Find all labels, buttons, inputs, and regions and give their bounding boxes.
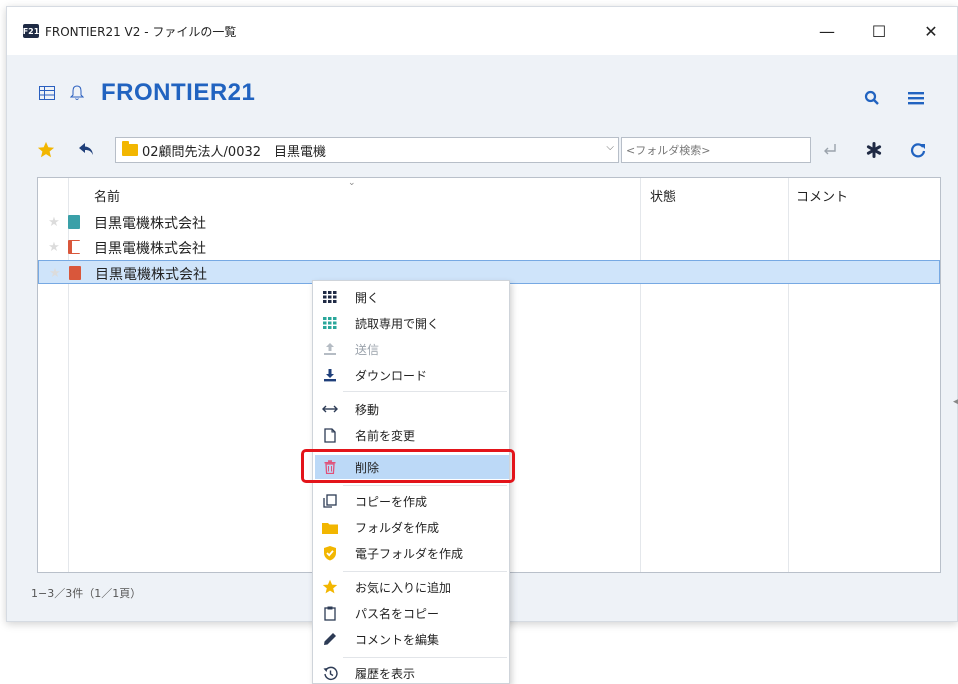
menu-separator [343, 657, 507, 658]
menu-item-label: 読取専用で開く [355, 317, 440, 331]
menu-separator [343, 391, 507, 392]
bell-icon[interactable] [67, 83, 87, 103]
file-name: 目黒電機株式会社 [94, 241, 206, 257]
asterisk-icon[interactable] [863, 139, 885, 161]
history-icon [321, 664, 339, 682]
file-type-icon [69, 266, 81, 280]
star-icon[interactable]: ★ [47, 265, 63, 281]
menu-item-label: 履歴を表示 [355, 667, 416, 681]
file-type-icon [68, 240, 80, 254]
column-header-comment[interactable]: コメント [796, 186, 848, 205]
menu-icon[interactable] [905, 87, 927, 109]
column-header-name[interactable]: 名前 [94, 186, 120, 205]
menu-item-edit-comment[interactable]: コメントを編集 [315, 627, 509, 651]
download-icon [321, 366, 339, 384]
close-button[interactable]: ✕ [905, 7, 957, 55]
document-icon [321, 426, 339, 444]
window-controls: — ☐ ✕ [801, 7, 957, 55]
menu-item-copy-path[interactable]: パス名をコピー [315, 601, 509, 625]
path-bar: 02顧問先法人/0032 目黒電機 ⌵ <フォルダ検索> [35, 137, 935, 167]
app-badge: F21 [23, 24, 39, 38]
grid-icon [321, 314, 339, 332]
copy-icon [321, 492, 339, 510]
status-text: 1−3／3件（1／1頁） [31, 587, 142, 600]
menu-item-download[interactable]: ダウンロード [315, 363, 509, 387]
menu-item-label: コピーを作成 [355, 495, 428, 509]
menu-item-send[interactable]: 送信 [315, 337, 509, 361]
menu-item-label: 名前を変更 [355, 429, 416, 443]
column-header-status[interactable]: 状態 [650, 186, 676, 205]
menu-item-create-e-folder[interactable]: 電子フォルダを作成 [315, 541, 509, 565]
folder-path-text: 02顧問先法人/0032 目黒電機 [142, 144, 327, 160]
grid-icon [321, 288, 339, 306]
star-icon[interactable]: ★ [46, 214, 62, 230]
folder-search-input[interactable]: <フォルダ検索> [621, 137, 811, 163]
menu-item-label: 開く [355, 291, 380, 305]
pathbar-actions [819, 139, 929, 161]
menu-item-history[interactable]: 履歴を表示 [315, 661, 509, 684]
menu-separator [343, 571, 507, 572]
maximize-button[interactable]: ☐ [853, 7, 905, 55]
app-brand-title: FRONTIER21 [101, 79, 256, 106]
app-header: FRONTIER21 [37, 79, 255, 107]
menu-item-copy[interactable]: コピーを作成 [315, 489, 509, 513]
menu-item-label: 送信 [355, 343, 380, 357]
shield-check-icon [321, 544, 339, 562]
window-title: FRONTIER21 V2 - ファイルの一覧 [45, 24, 237, 39]
header-actions [861, 87, 927, 109]
menu-separator [343, 485, 507, 486]
file-row[interactable]: ★ 目黒電機株式会社 [38, 210, 940, 234]
favorite-star-icon[interactable] [37, 141, 57, 161]
title-bar: F21 FRONTIER21 V2 - ファイルの一覧 — ☐ ✕ [7, 7, 957, 55]
menu-item-label: 移動 [355, 403, 380, 417]
enter-icon[interactable] [819, 139, 841, 161]
menu-item-rename[interactable]: 名前を変更 [315, 423, 509, 447]
back-arrow-icon[interactable] [77, 141, 97, 161]
folder-path-select[interactable]: 02顧問先法人/0032 目黒電機 ⌵ [115, 137, 619, 163]
menu-item-label: コメントを編集 [355, 633, 440, 647]
menu-item-open[interactable]: 開く [315, 285, 509, 309]
chevron-down-icon[interactable]: ⌵ [606, 142, 614, 153]
search-icon[interactable] [861, 87, 883, 109]
highlight-callout [301, 449, 515, 483]
menu-item-move[interactable]: 移動 [315, 397, 509, 421]
sort-chevron-icon: ⌄ [348, 178, 356, 188]
folder-icon [321, 518, 339, 536]
pencil-icon [321, 630, 339, 648]
upload-icon [321, 340, 339, 358]
star-icon[interactable]: ★ [46, 239, 62, 255]
menu-item-label: 電子フォルダを作成 [355, 547, 464, 561]
table-view-icon[interactable] [37, 83, 57, 103]
minimize-button[interactable]: — [801, 7, 853, 55]
file-type-icon [68, 215, 80, 229]
move-icon [321, 400, 339, 418]
star-icon [321, 578, 339, 596]
file-name: 目黒電機株式会社 [94, 216, 206, 232]
menu-item-open-readonly[interactable]: 読取専用で開く [315, 311, 509, 335]
side-panel-arrow-icon[interactable]: ◀ [953, 397, 958, 407]
menu-item-label: フォルダを作成 [355, 521, 440, 535]
menu-item-add-favorite[interactable]: お気に入りに追加 [315, 575, 509, 599]
file-name: 目黒電機株式会社 [95, 267, 207, 283]
refresh-icon[interactable] [907, 139, 929, 161]
file-row[interactable]: ★ 目黒電機株式会社 [38, 235, 940, 259]
menu-item-label: お気に入りに追加 [355, 581, 452, 595]
menu-item-create-folder[interactable]: フォルダを作成 [315, 515, 509, 539]
menu-item-label: パス名をコピー [355, 607, 440, 621]
clipboard-icon [321, 604, 339, 622]
folder-icon [122, 141, 138, 156]
menu-item-label: ダウンロード [355, 369, 428, 383]
